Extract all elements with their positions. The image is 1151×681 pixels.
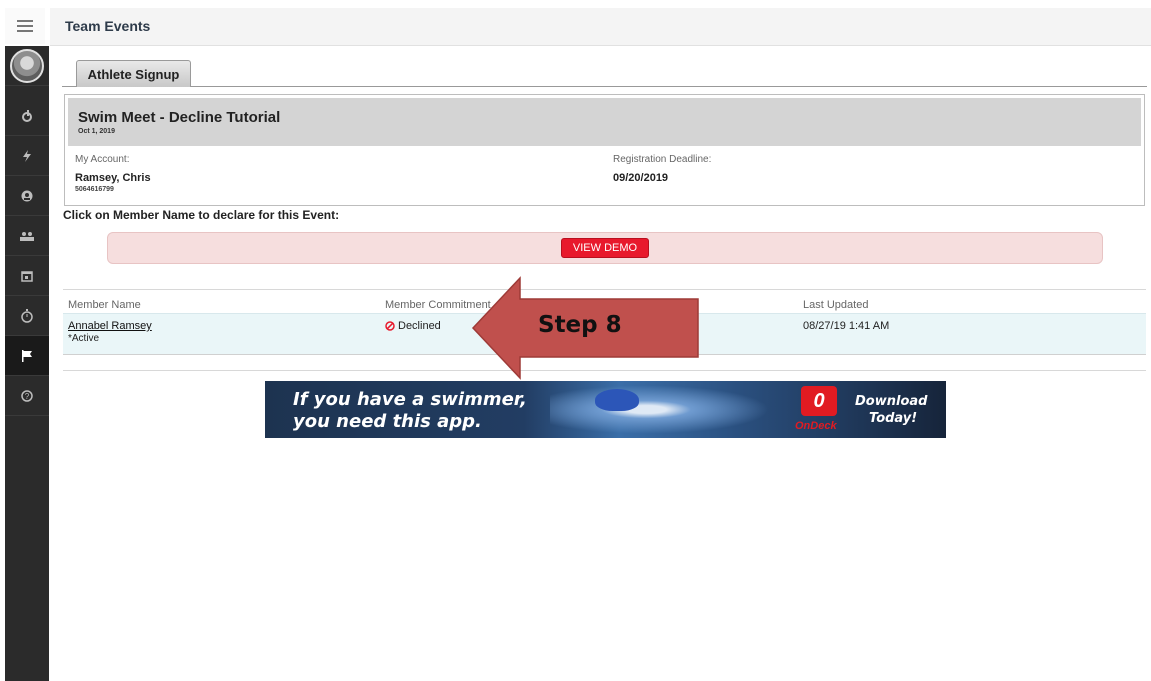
header-last-updated: Last Updated [803, 299, 869, 311]
member-status: *Active [68, 333, 100, 344]
ad-brand: OnDeck [795, 420, 837, 432]
tab-athlete-signup[interactable]: Athlete Signup [76, 60, 191, 87]
commitment-value: Declined [398, 320, 441, 332]
sidebar: ? [0, 0, 50, 681]
account-id: 5064616799 [75, 186, 114, 193]
ad-headline-line1: If you have a swimmer, [293, 389, 527, 410]
event-date: Oct 1, 2019 [78, 128, 115, 135]
event-header: Swim Meet - Decline Tutorial Oct 1, 2019 [68, 98, 1141, 146]
sidebar-item-account[interactable] [5, 176, 49, 216]
ad-cta-line2: Today! [869, 411, 918, 426]
menu-icon [17, 20, 33, 32]
event-card: Swim Meet - Decline Tutorial Oct 1, 2019… [64, 94, 1145, 206]
help-icon: ? [21, 389, 33, 402]
sidebar-item-team[interactable] [5, 216, 49, 256]
tab-underline [62, 86, 1147, 87]
declined-icon [385, 321, 395, 331]
sidebar-item-profile[interactable] [5, 46, 49, 86]
flame-icon [22, 109, 32, 122]
sidebar-item-workouts[interactable] [5, 136, 49, 176]
top-bar: Team Events [50, 8, 1151, 46]
sidebar-item-help[interactable]: ? [5, 376, 49, 416]
sidebar-item-calendar[interactable] [5, 256, 49, 296]
account-icon [21, 190, 33, 201]
flag-icon [22, 349, 32, 362]
account-label: My Account: [75, 154, 130, 165]
step-label: Step 8 [538, 312, 622, 338]
ad-banner[interactable]: If you have a swimmer, you need this app… [265, 381, 946, 438]
header-member-name: Member Name [68, 299, 141, 311]
event-name: Swim Meet - Decline Tutorial [78, 109, 281, 126]
stopwatch-icon [21, 308, 33, 323]
last-updated-value: 08/27/19 1:41 AM [803, 320, 890, 332]
deadline-label: Registration Deadline: [613, 154, 712, 165]
sidebar-item-activity[interactable] [5, 96, 49, 136]
view-demo-button[interactable]: VIEW DEMO [561, 238, 649, 258]
swimmer-image [550, 381, 790, 438]
commitment-cell: Declined [385, 320, 441, 332]
ondeck-logo-icon: 0 [801, 386, 837, 416]
bolt-icon [23, 149, 31, 162]
sidebar-nav: ? [5, 46, 49, 681]
page-title: Team Events [65, 18, 151, 34]
avatar [10, 48, 44, 83]
ad-cta-line1: Download [855, 394, 928, 409]
calendar-icon [21, 270, 33, 282]
sidebar-item-times[interactable] [5, 296, 49, 336]
ad-headline-line2: you need this app. [293, 411, 482, 432]
menu-button[interactable] [5, 8, 45, 44]
team-icon [20, 231, 34, 241]
instruction-text: Click on Member Name to declare for this… [63, 208, 340, 222]
sidebar-item-events[interactable] [5, 336, 49, 376]
deadline-value: 09/20/2019 [613, 172, 669, 184]
member-name-link[interactable]: Annabel Ramsey [68, 320, 152, 332]
swim-cap-shape [595, 389, 639, 411]
svg-text:?: ? [25, 392, 30, 401]
account-name: Ramsey, Chris [75, 172, 151, 184]
